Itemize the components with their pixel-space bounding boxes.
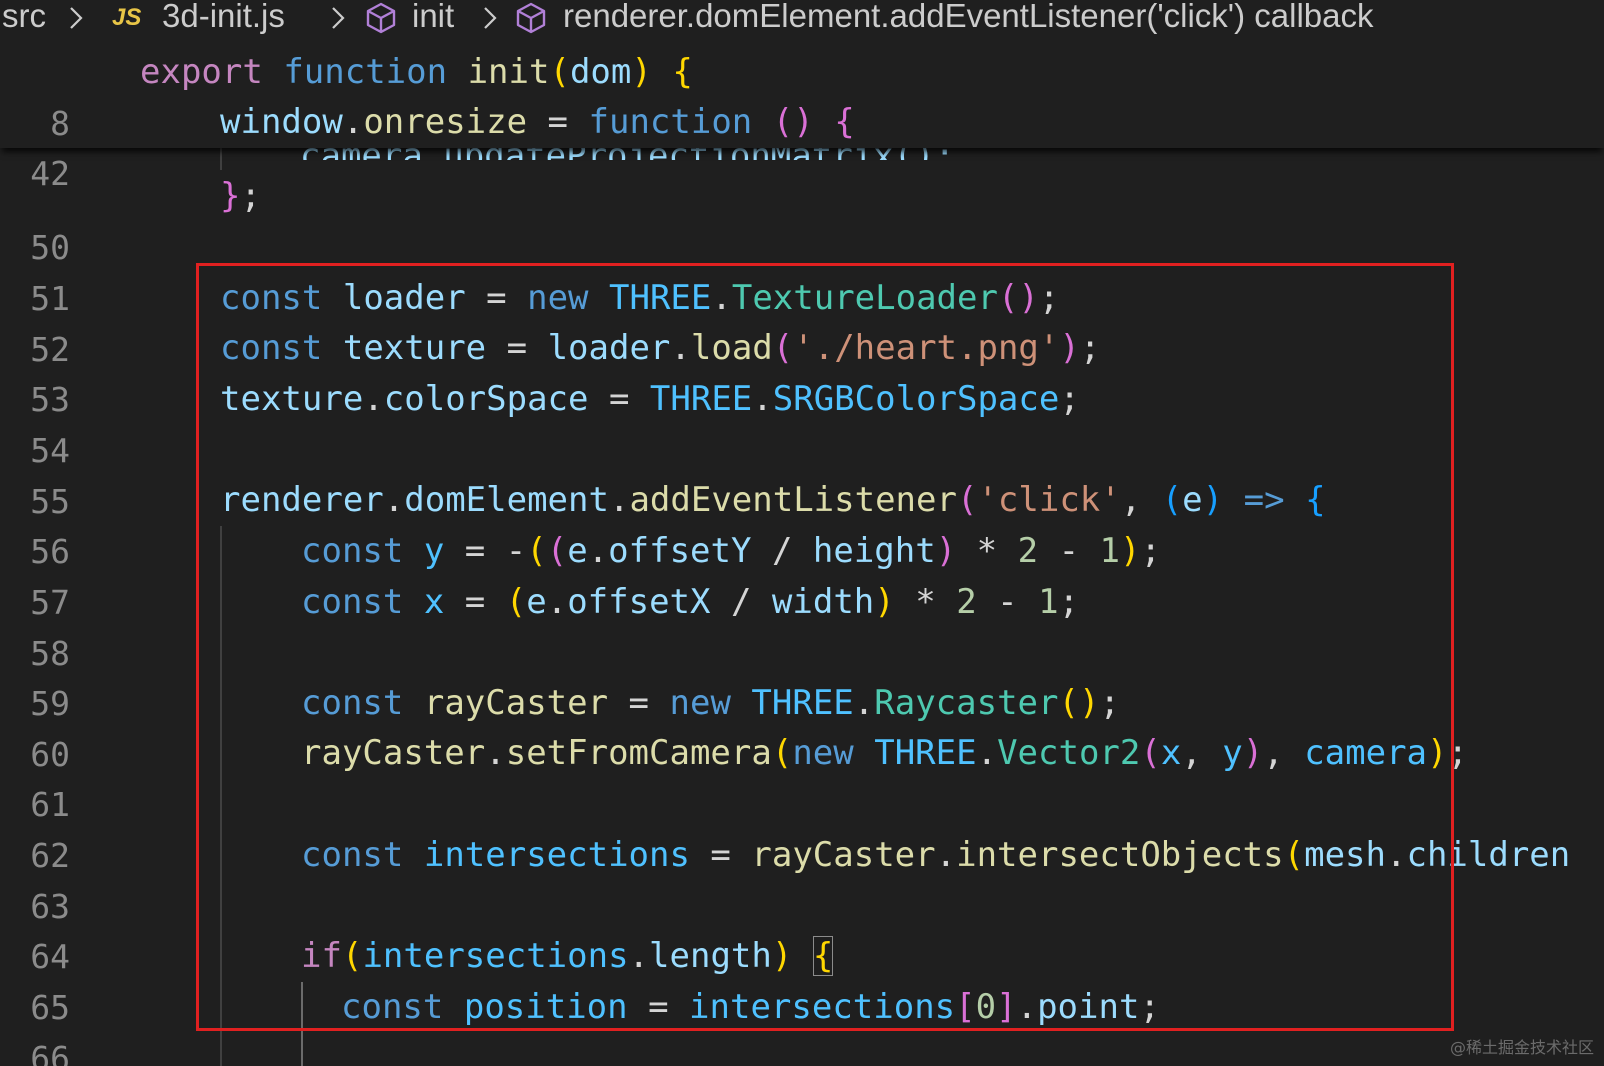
sticky-line[interactable]: 8 export function init(dom) { bbox=[0, 46, 1604, 143]
code-token: { bbox=[672, 52, 693, 92]
breadcrumb-function-init[interactable]: init bbox=[412, 0, 454, 36]
code-token: { bbox=[834, 102, 855, 142]
watermark: @稀土掘金技术社区 bbox=[1449, 1038, 1594, 1057]
chevron-right-icon bbox=[484, 7, 497, 29]
code-token: } bbox=[220, 176, 241, 216]
annotation-highlight-box bbox=[196, 263, 1454, 1031]
code-token: () bbox=[772, 102, 814, 142]
code-token: ( bbox=[549, 52, 570, 92]
code-token: window bbox=[220, 102, 343, 142]
code-token: init bbox=[467, 52, 550, 92]
code-line[interactable]: 50 }; bbox=[0, 170, 1604, 267]
code-content: window.onresize = function () { bbox=[220, 96, 855, 148]
line-number: 42 bbox=[30, 154, 70, 193]
breadcrumb-folder-src[interactable]: src bbox=[2, 0, 46, 36]
code-token: ) bbox=[631, 52, 652, 92]
code-content: export function init(dom) { bbox=[140, 46, 693, 98]
code-token: . bbox=[342, 102, 364, 142]
chevron-right-icon bbox=[332, 7, 345, 29]
breadcrumb: src JS 3d-init.js init renderer.domEleme… bbox=[0, 0, 1604, 36]
code-token: function bbox=[588, 102, 753, 142]
breadcrumb-callback[interactable]: renderer.domElement.addEventListener('cl… bbox=[563, 0, 1373, 36]
chevron-right-icon bbox=[70, 7, 83, 29]
line-number: 66 bbox=[30, 1039, 70, 1066]
code-content: }; bbox=[220, 170, 261, 222]
code-token: dom bbox=[569, 52, 632, 92]
sticky-line[interactable]: 42 window.onresize = function () { bbox=[0, 96, 1604, 193]
symbol-method-cube-icon bbox=[516, 2, 546, 34]
symbol-method-cube-icon bbox=[366, 2, 396, 34]
code-token: = bbox=[527, 102, 589, 142]
js-file-icon: JS bbox=[112, 4, 142, 31]
sticky-scroll-header: 8 export function init(dom) { 42 window.… bbox=[0, 36, 1604, 193]
code-token: onresize bbox=[363, 102, 528, 142]
code-token: function bbox=[283, 52, 448, 92]
code-token: ; bbox=[240, 176, 261, 216]
code-token: export bbox=[140, 52, 263, 92]
indent-guide bbox=[220, 148, 222, 170]
breadcrumb-file[interactable]: 3d-init.js bbox=[162, 0, 285, 36]
